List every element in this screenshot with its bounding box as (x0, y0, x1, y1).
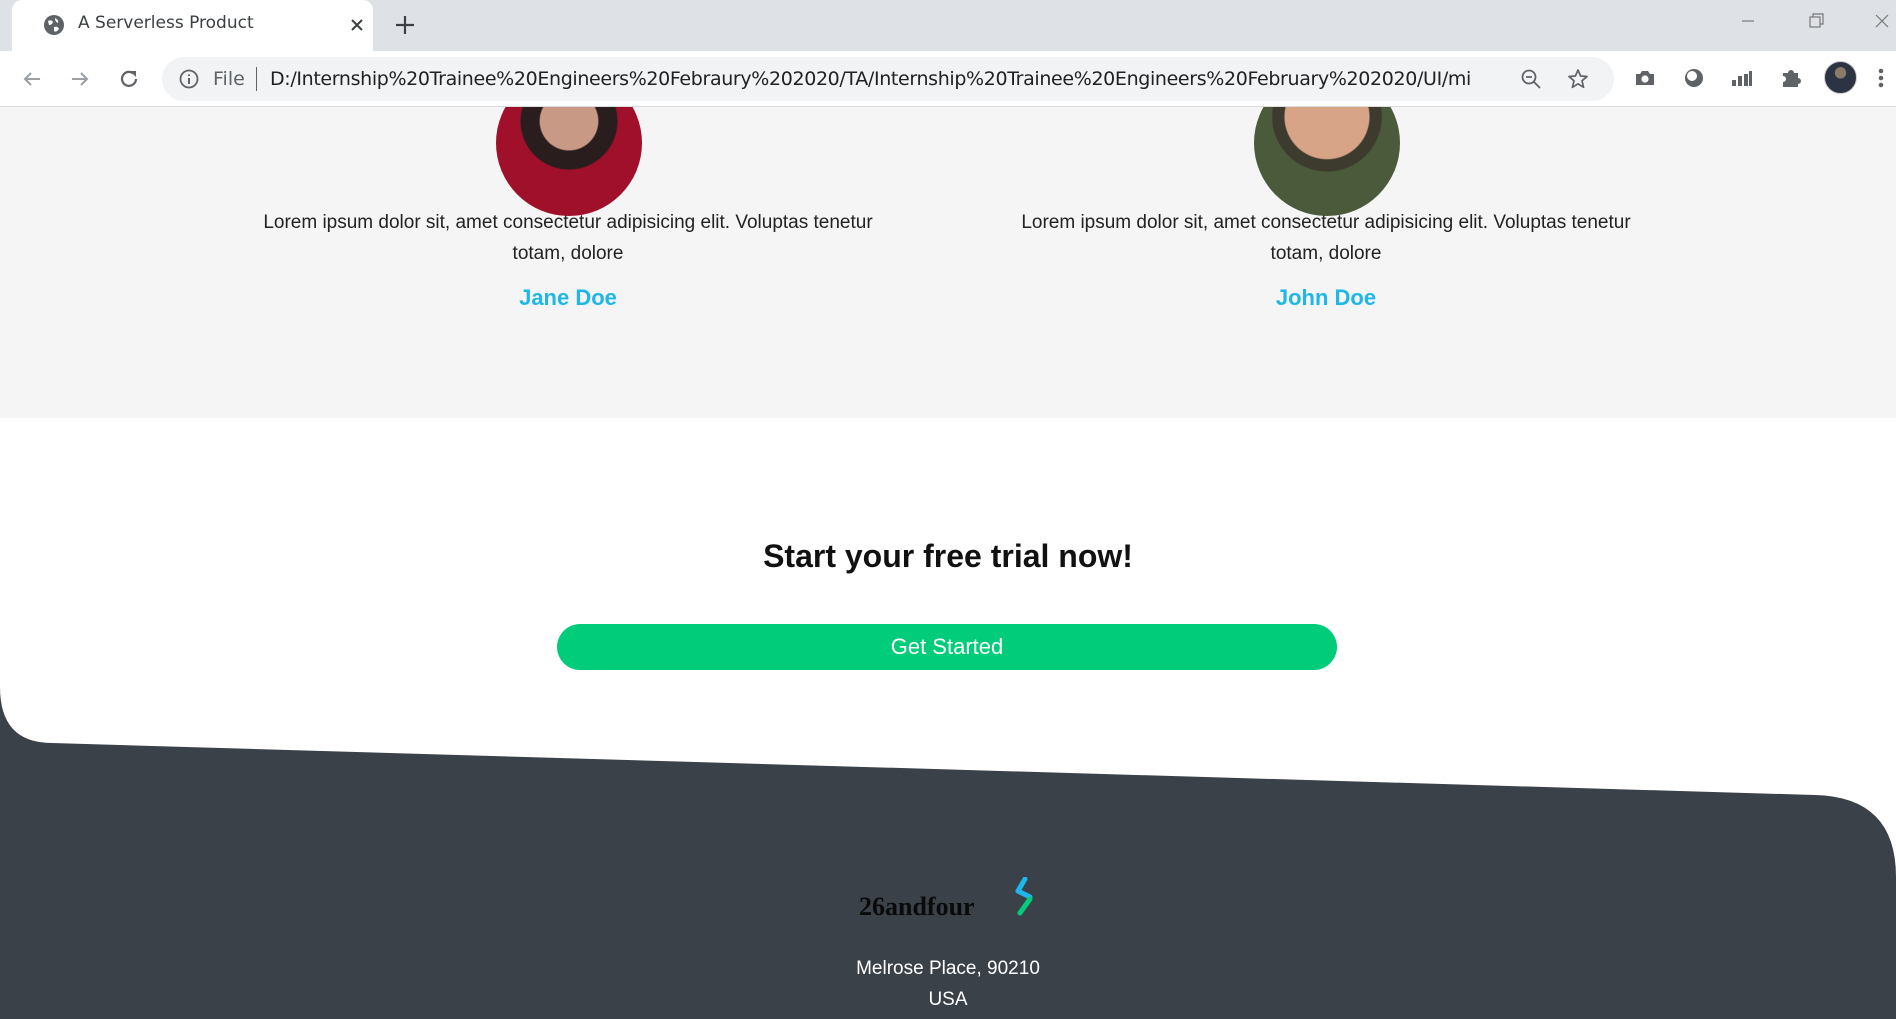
page-viewport: Lorem ipsum dolor sit, amet consectetur … (0, 107, 1896, 1019)
footer-address-country: USA (928, 989, 968, 1010)
testimonial-author: John Doe (1275, 285, 1377, 310)
puzzle-icon[interactable] (1778, 65, 1804, 91)
testimonials-section: Lorem ipsum dolor sit, amet consectetur … (0, 107, 1896, 418)
profile-avatar-icon[interactable] (1824, 61, 1857, 94)
testimonial-quote: Lorem ipsum dolor sit, amet consectetur … (263, 212, 873, 264)
star-icon[interactable] (1566, 67, 1590, 91)
browser-toolbar: File D:/Internship%20Trainee%20Engineers… (0, 51, 1896, 107)
url-text[interactable]: D:/Internship%20Trainee%20Engineers%20Fe… (270, 68, 1470, 90)
extension-circle-icon[interactable] (1681, 65, 1707, 91)
plus-icon[interactable] (392, 12, 418, 38)
address-bar[interactable]: File D:/Internship%20Trainee%20Engineers… (162, 57, 1614, 101)
window-close-icon[interactable] (1866, 8, 1896, 34)
back-arrow-icon[interactable] (18, 65, 46, 93)
tab-strip: A Serverless Product (0, 0, 1896, 51)
testimonial-avatar (496, 107, 642, 216)
get-started-button[interactable]: Get Started (557, 624, 1337, 670)
footer-brand-name: 26andfour (859, 892, 975, 921)
zoom-out-icon[interactable] (1520, 68, 1542, 90)
browser-tab[interactable]: A Serverless Product (12, 0, 373, 51)
kebab-menu-icon[interactable] (1874, 64, 1888, 92)
camera-icon[interactable] (1632, 65, 1658, 91)
forward-arrow-icon[interactable] (66, 65, 94, 93)
cta-heading: Start your free trial now! (763, 538, 1133, 574)
chart-icon[interactable] (1729, 65, 1755, 91)
footer-address: Melrose Place, 90210 USA (0, 953, 1896, 1015)
lightning-logo-icon (1015, 877, 1033, 916)
info-icon[interactable] (178, 68, 200, 90)
minimize-icon[interactable] (1732, 8, 1764, 34)
testimonial-quote: Lorem ipsum dolor sit, amet consectetur … (1021, 212, 1631, 264)
address-divider (256, 67, 257, 91)
restore-icon[interactable] (1800, 8, 1832, 34)
reload-icon[interactable] (115, 65, 143, 93)
tab-title: A Serverless Product (78, 13, 254, 33)
testimonial-author: Jane Doe (519, 285, 617, 310)
close-icon[interactable] (346, 14, 368, 36)
address-scheme-label: File (213, 68, 245, 90)
globe-icon (44, 15, 64, 35)
testimonial-avatar (1254, 107, 1400, 216)
footer-address-line: Melrose Place, 90210 (856, 958, 1040, 979)
